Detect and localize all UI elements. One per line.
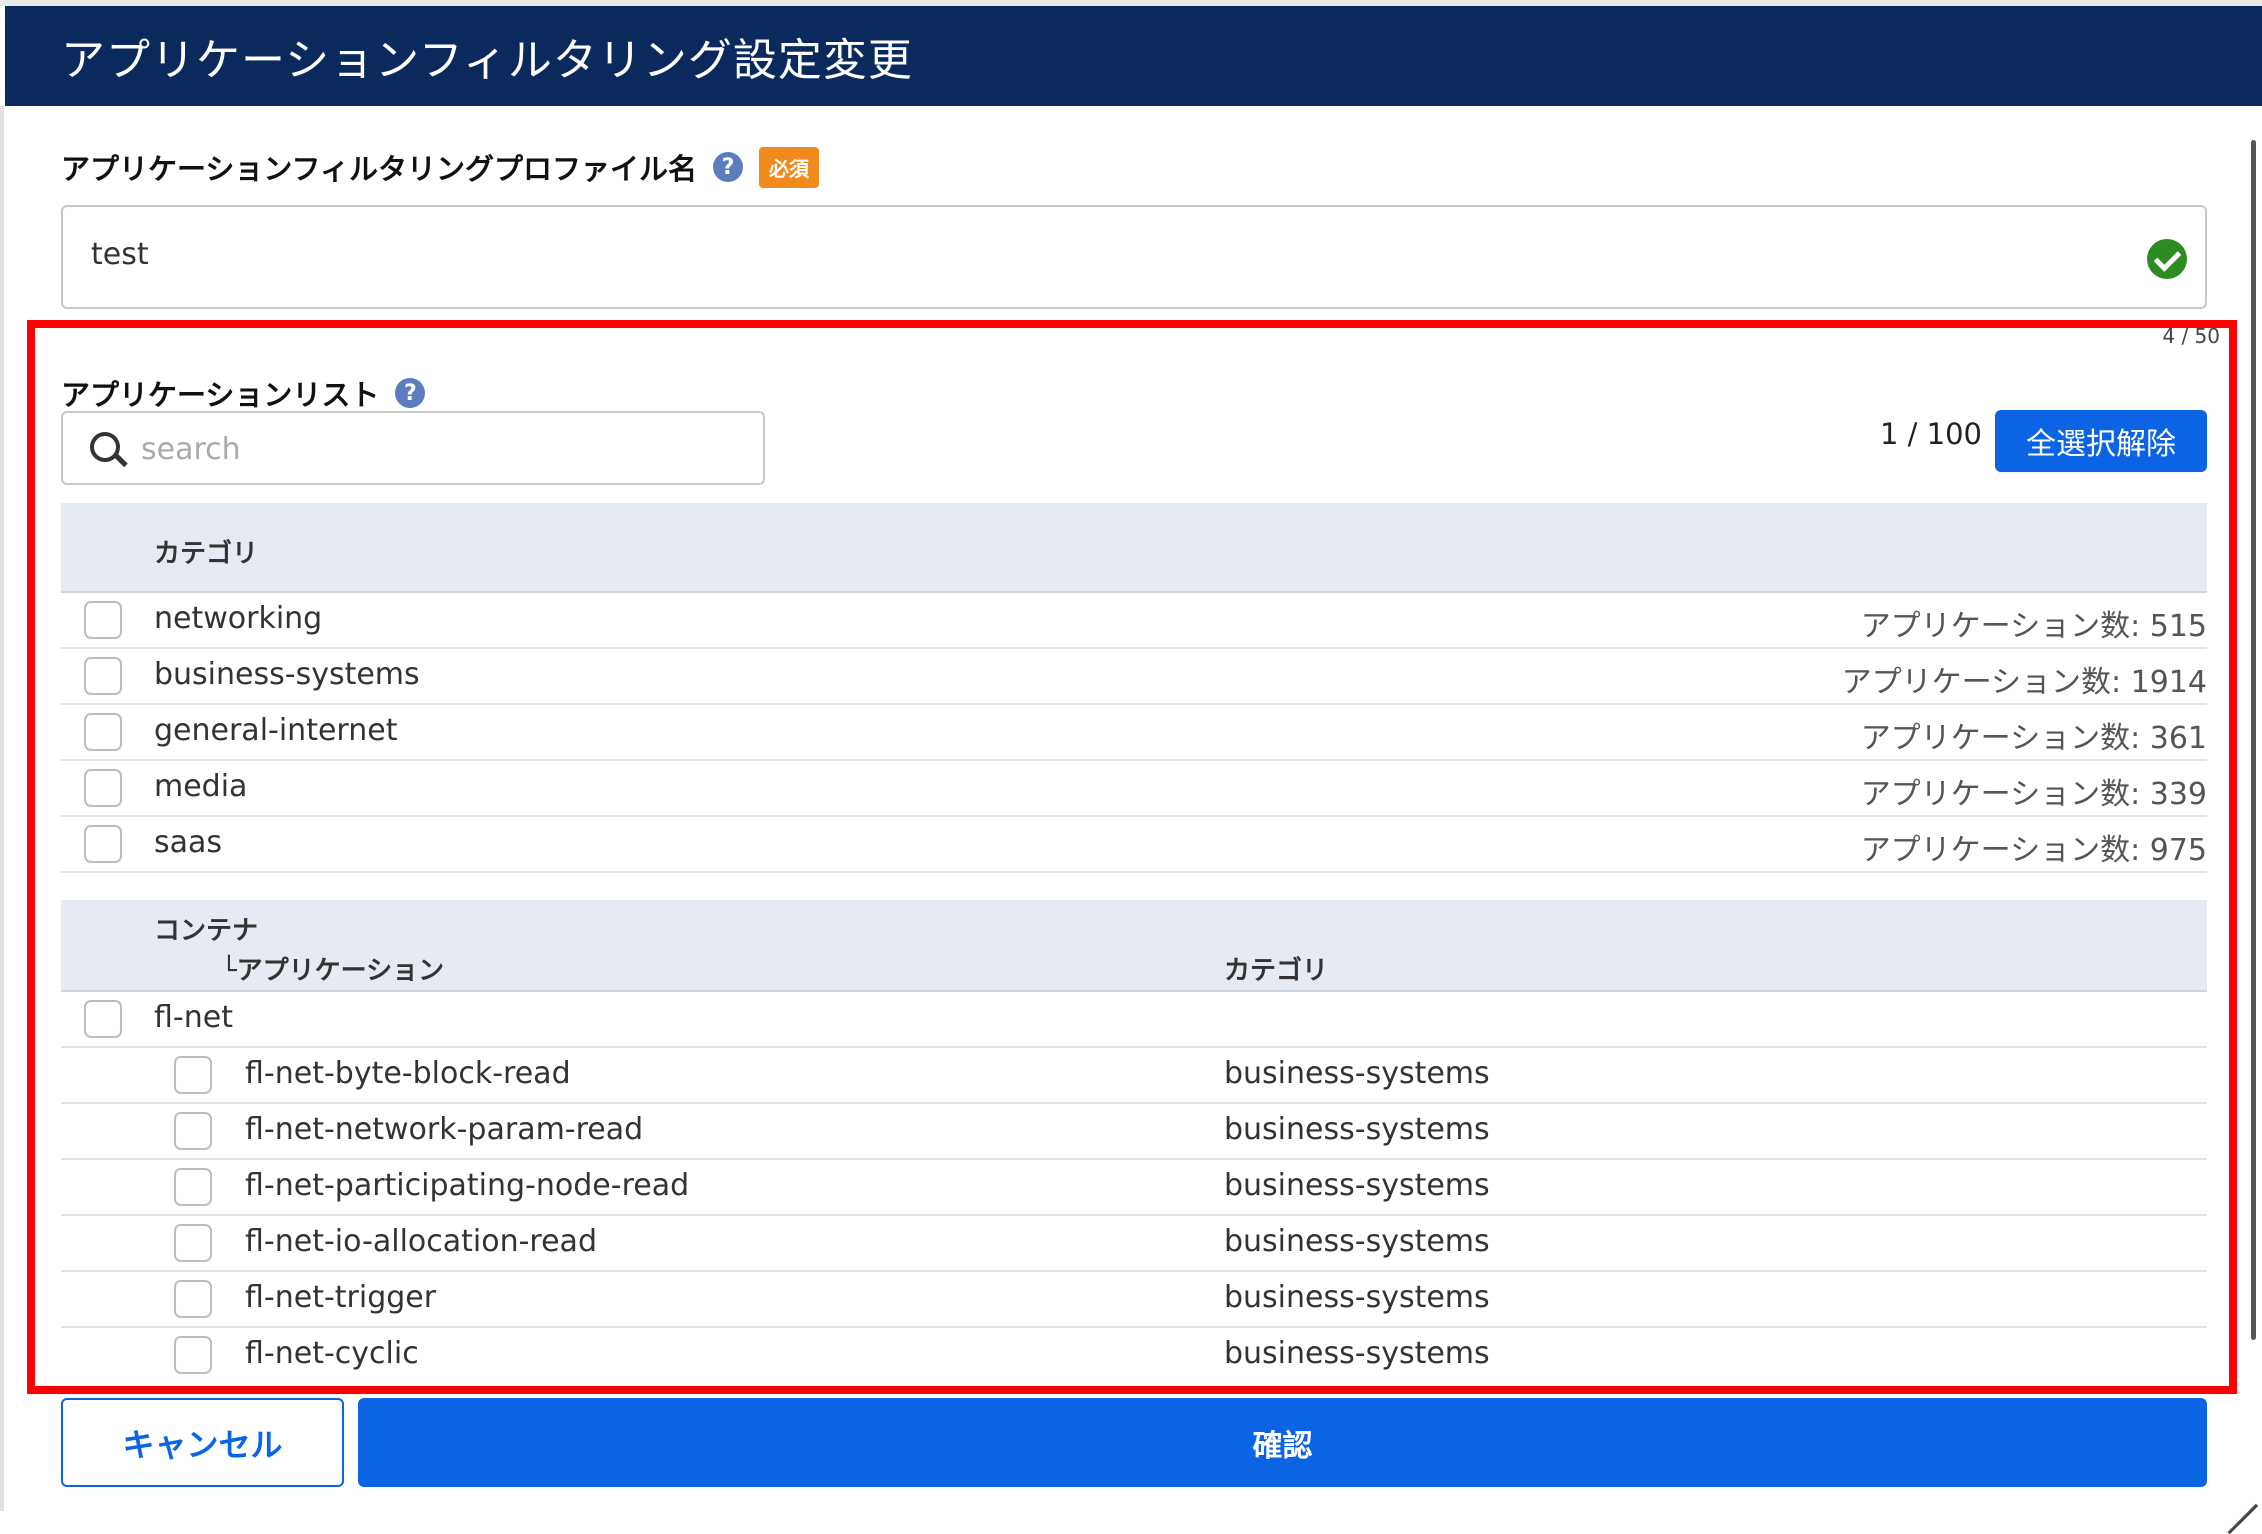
application-category: business-systems — [1224, 1112, 1490, 1147]
container-checkbox[interactable] — [84, 1000, 122, 1038]
dialog-title-bar: アプリケーションフィルタリング設定変更 — [5, 6, 2262, 106]
application-checkbox[interactable] — [174, 1224, 212, 1262]
category-column-header: カテゴリ — [154, 539, 259, 569]
application-row[interactable]: fl-net-network-param-read business-syste… — [61, 1104, 2207, 1160]
selection-count: 1 / 100 — [1880, 417, 1983, 451]
application-category: business-systems — [1224, 1168, 1490, 1203]
deselect-all-button[interactable]: 全選択解除 — [1995, 410, 2207, 472]
category-row[interactable]: media アプリケーション数: 339 — [61, 761, 2207, 817]
help-icon[interactable]: ? — [712, 152, 743, 182]
application-category: business-systems — [1224, 1224, 1490, 1259]
application-name: fl-net-cyclic — [245, 1336, 419, 1371]
confirm-button[interactable]: 確認 — [358, 1398, 2207, 1487]
application-name: fl-net-io-allocation-read — [245, 1224, 597, 1259]
check-icon — [2147, 239, 2187, 279]
application-category: business-systems — [1224, 1336, 1490, 1371]
profile-name-input[interactable]: test — [61, 205, 2207, 309]
application-checkbox[interactable] — [174, 1112, 212, 1150]
application-checkbox[interactable] — [174, 1336, 212, 1374]
app-list-label: アプリケーションリスト — [61, 378, 380, 412]
category-app-count: アプリケーション数: 1914 — [1841, 665, 2207, 700]
category-row[interactable]: networking アプリケーション数: 515 — [61, 593, 2207, 649]
category-row[interactable]: business-systems アプリケーション数: 1914 — [61, 649, 2207, 705]
window-left-edge — [0, 106, 4, 1511]
category-name: media — [154, 769, 248, 804]
search-icon — [90, 432, 120, 462]
category-row[interactable]: saas アプリケーション数: 975 — [61, 817, 2207, 873]
category-checkbox[interactable] — [84, 713, 122, 751]
application-category: business-systems — [1224, 1280, 1490, 1315]
profile-name-label-row: アプリケーションフィルタリングプロファイル名 ? 必須 — [61, 146, 819, 188]
category-app-count: アプリケーション数: 339 — [1860, 777, 2207, 812]
application-column-header: └アプリケーション — [221, 956, 445, 986]
application-row[interactable]: fl-net-participating-node-read business-… — [61, 1160, 2207, 1216]
application-name: fl-net-byte-block-read — [245, 1056, 571, 1091]
app-category-column-header: カテゴリ — [1224, 956, 1329, 986]
application-name: fl-net-network-param-read — [245, 1112, 644, 1147]
container-column-header: コンテナ — [154, 916, 259, 946]
application-row[interactable]: fl-net-byte-block-read business-systems — [61, 1048, 2207, 1104]
container-row[interactable]: fl-net — [61, 992, 2207, 1048]
required-badge: 必須 — [758, 146, 819, 188]
application-checkbox[interactable] — [174, 1168, 212, 1206]
profile-name-label: アプリケーションフィルタリングプロファイル名 — [61, 152, 697, 186]
category-checkbox[interactable] — [84, 657, 122, 695]
application-row[interactable]: fl-net-trigger business-systems — [61, 1272, 2207, 1328]
profile-name-char-counter: 4 / 50 — [2162, 324, 2220, 348]
search-input[interactable] — [139, 423, 743, 475]
profile-name-value: test — [91, 237, 149, 272]
category-table-header: カテゴリ — [61, 503, 2207, 593]
category-app-count: アプリケーション数: 975 — [1860, 833, 2207, 868]
category-checkbox[interactable] — [84, 601, 122, 639]
app-list-label-row: アプリケーションリスト ? — [61, 372, 426, 414]
category-name: networking — [154, 601, 323, 636]
application-row[interactable]: fl-net-io-allocation-read business-syste… — [61, 1216, 2207, 1272]
container-name: fl-net — [154, 1000, 233, 1035]
category-name: saas — [154, 825, 223, 860]
application-name: fl-net-participating-node-read — [245, 1168, 690, 1203]
cancel-button[interactable]: キャンセル — [61, 1398, 344, 1487]
app-search-box[interactable] — [61, 411, 765, 485]
category-name: business-systems — [154, 657, 420, 692]
dialog-scrollbar[interactable] — [2251, 140, 2256, 1340]
application-name: fl-net-trigger — [245, 1280, 437, 1315]
category-checkbox[interactable] — [84, 825, 122, 863]
application-row[interactable]: fl-net-cyclic business-systems — [61, 1328, 2207, 1384]
dialog-title: アプリケーションフィルタリング設定変更 — [61, 35, 913, 86]
help-icon[interactable]: ? — [395, 378, 426, 408]
application-category: business-systems — [1224, 1056, 1490, 1091]
category-row[interactable]: general-internet アプリケーション数: 361 — [61, 705, 2207, 761]
category-checkbox[interactable] — [84, 769, 122, 807]
application-checkbox[interactable] — [174, 1280, 212, 1318]
category-app-count: アプリケーション数: 361 — [1860, 721, 2207, 756]
container-table-header: コンテナ └アプリケーション カテゴリ — [61, 900, 2207, 992]
category-app-count: アプリケーション数: 515 — [1860, 609, 2207, 644]
resize-grip-icon[interactable] — [2220, 1468, 2258, 1534]
application-checkbox[interactable] — [174, 1056, 212, 1094]
category-name: general-internet — [154, 713, 398, 748]
